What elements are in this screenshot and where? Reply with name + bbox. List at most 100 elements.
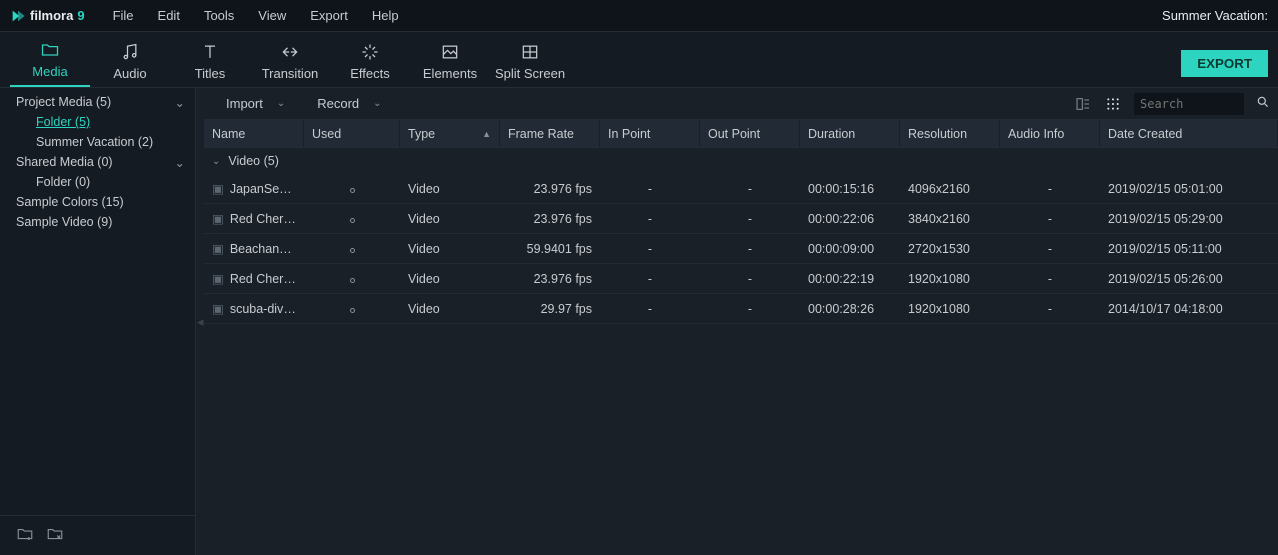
cell-type: Video <box>400 272 500 286</box>
cell-name: ▣Red Cherry... <box>204 211 304 226</box>
tree-summer-vacation[interactable]: Summer Vacation (2) <box>0 132 195 152</box>
cell-duration: 00:00:09:00 <box>800 242 900 256</box>
brand-suffix: 9 <box>77 8 84 23</box>
col-duration[interactable]: Duration <box>800 120 900 147</box>
table-row[interactable]: ▣JapanSeaD...Video23.976 fps--00:00:15:1… <box>204 174 1278 204</box>
table-row[interactable]: ▣scuba-dive...Video29.97 fps--00:00:28:2… <box>204 294 1278 324</box>
cell-audioinfo: - <box>1000 242 1100 256</box>
grid-icon <box>490 42 570 64</box>
table-row[interactable]: ▣Red Cherry...Video23.976 fps--00:00:22:… <box>204 204 1278 234</box>
cell-datecreated: 2014/10/17 04:18:00 <box>1100 302 1278 316</box>
cell-duration: 00:00:28:26 <box>800 302 900 316</box>
menu-items: File Edit Tools View Export Help <box>103 4 409 27</box>
cell-name: ▣Red Cherry... <box>204 271 304 286</box>
cell-type: Video <box>400 212 500 226</box>
cell-framerate: 29.97 fps <box>500 302 600 316</box>
col-audioinfo[interactable]: Audio Info <box>1000 120 1100 147</box>
table-row[interactable]: ▣Beachand...Video59.9401 fps--00:00:09:0… <box>204 234 1278 264</box>
menu-file[interactable]: File <box>103 4 144 27</box>
tree-shared-folder[interactable]: Folder (0) <box>0 172 195 192</box>
col-inpoint[interactable]: In Point <box>600 120 700 147</box>
col-datecreated[interactable]: Date Created <box>1100 120 1278 147</box>
chevron-down-icon: ⌄ <box>175 95 185 110</box>
import-dropdown[interactable]: Import ⌄ <box>212 92 299 115</box>
col-framerate[interactable]: Frame Rate <box>500 120 600 147</box>
menu-help[interactable]: Help <box>362 4 409 27</box>
tree-sample-video[interactable]: Sample Video (9) <box>0 212 195 232</box>
cell-resolution: 1920x1080 <box>900 272 1000 286</box>
tree-folder[interactable]: Folder (5) <box>0 112 195 132</box>
col-resolution[interactable]: Resolution <box>900 120 1000 147</box>
panel-splitter[interactable]: ◂ <box>196 88 204 555</box>
cell-name: ▣Beachand... <box>204 241 304 256</box>
menu-tools[interactable]: Tools <box>194 4 244 27</box>
cell-inpoint: - <box>600 272 700 286</box>
tab-label: Elements <box>423 66 477 81</box>
col-name[interactable]: Name <box>204 120 304 147</box>
menu-edit[interactable]: Edit <box>148 4 190 27</box>
cell-duration: 00:00:15:16 <box>800 182 900 196</box>
tree-label: Summer Vacation (2) <box>36 135 153 149</box>
sparkle-icon <box>330 42 410 64</box>
main: Project Media (5) ⌄ Folder (5) Summer Va… <box>0 88 1278 555</box>
col-used[interactable]: Used <box>304 120 400 147</box>
new-folder-icon[interactable] <box>16 525 34 546</box>
group-video[interactable]: ⌄ Video (5) <box>204 148 1278 174</box>
app-logo: filmora9 <box>10 8 85 24</box>
tree-label: Shared Media (0) <box>16 155 113 169</box>
cell-datecreated: 2019/02/15 05:11:00 <box>1100 242 1278 256</box>
search-input[interactable] <box>1134 93 1244 115</box>
tab-audio[interactable]: Audio <box>90 42 170 87</box>
col-type[interactable]: Type▲ <box>400 120 500 147</box>
media-tree: Project Media (5) ⌄ Folder (5) Summer Va… <box>0 88 195 515</box>
cell-framerate: 23.976 fps <box>500 272 600 286</box>
music-icon <box>90 42 170 64</box>
tab-splitscreen[interactable]: Split Screen <box>490 42 570 87</box>
tab-effects[interactable]: Effects <box>330 42 410 87</box>
tree-label: Project Media (5) <box>16 95 111 109</box>
cell-inpoint: - <box>600 212 700 226</box>
cell-framerate: 59.9401 fps <box>500 242 600 256</box>
sidebar-footer <box>0 515 195 555</box>
used-dot-icon <box>350 308 355 313</box>
import-label: Import <box>226 96 263 111</box>
tree-shared-media[interactable]: Shared Media (0) ⌄ <box>0 152 195 172</box>
cell-used <box>304 212 400 226</box>
text-icon <box>170 42 250 64</box>
cell-datecreated: 2019/02/15 05:29:00 <box>1100 212 1278 226</box>
record-dropdown[interactable]: Record ⌄ <box>303 92 395 115</box>
cell-outpoint: - <box>700 302 800 316</box>
cell-inpoint: - <box>600 302 700 316</box>
project-title: Summer Vacation: <box>1162 8 1268 23</box>
tab-elements[interactable]: Elements <box>410 42 490 87</box>
transition-icon <box>250 42 330 64</box>
tree-project-media[interactable]: Project Media (5) ⌄ <box>0 92 195 112</box>
cell-audioinfo: - <box>1000 212 1100 226</box>
menu-view[interactable]: View <box>248 4 296 27</box>
table-row[interactable]: ▣Red Cherry...Video23.976 fps--00:00:22:… <box>204 264 1278 294</box>
tab-label: Titles <box>195 66 226 81</box>
cell-framerate: 23.976 fps <box>500 212 600 226</box>
delete-folder-icon[interactable] <box>46 525 64 546</box>
record-label: Record <box>317 96 359 111</box>
tab-media[interactable]: Media <box>10 40 90 87</box>
tree-sample-colors[interactable]: Sample Colors (15) <box>0 192 195 212</box>
cell-used <box>304 272 400 286</box>
sort-asc-icon: ▲ <box>482 129 491 139</box>
menu-export[interactable]: Export <box>300 4 358 27</box>
list-view-toggle[interactable] <box>1074 95 1092 113</box>
tab-transition[interactable]: Transition <box>250 42 330 87</box>
cell-used <box>304 182 400 196</box>
cell-resolution: 3840x2160 <box>900 212 1000 226</box>
tab-titles[interactable]: Titles <box>170 42 250 87</box>
col-outpoint[interactable]: Out Point <box>700 120 800 147</box>
cell-outpoint: - <box>700 272 800 286</box>
cell-type: Video <box>400 242 500 256</box>
used-dot-icon <box>350 188 355 193</box>
export-button[interactable]: EXPORT <box>1181 50 1268 77</box>
search-icon[interactable] <box>1256 95 1270 112</box>
tree-label: Folder (5) <box>36 115 90 129</box>
cell-resolution: 4096x2160 <box>900 182 1000 196</box>
grid-view-toggle[interactable] <box>1104 95 1122 113</box>
content-toolbar: Import ⌄ Record ⌄ <box>204 88 1278 120</box>
